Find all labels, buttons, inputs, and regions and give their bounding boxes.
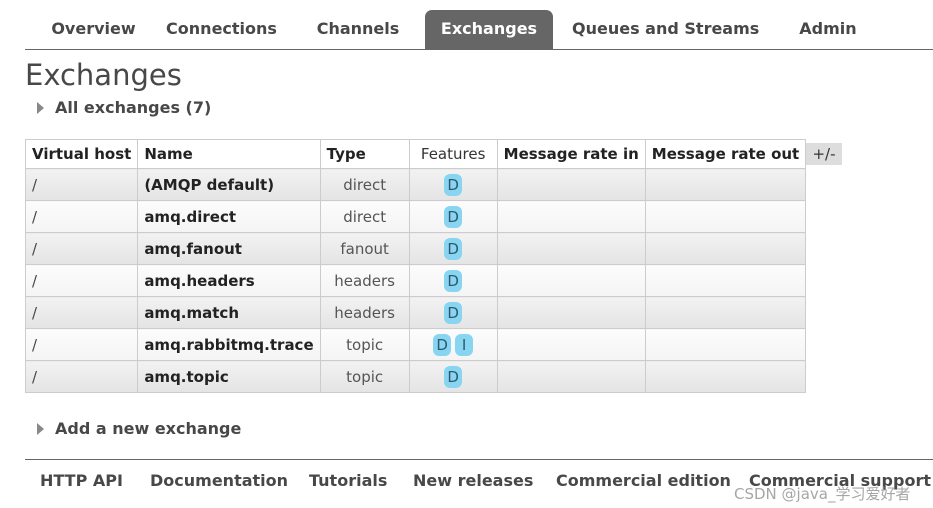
column-header-message-rate-out[interactable]: Message rate out [644,139,807,169]
vhost-cell: / [24,200,139,233]
exchange-name-link[interactable]: amq.match [137,296,321,329]
rate-in-cell [496,360,646,393]
column-header-message-rate-in[interactable]: Message rate in [496,139,646,169]
table-row: / amq.rabbitmq.trace topic DI [24,328,807,361]
tab-connections[interactable]: Connections [160,10,283,48]
vhost-cell: / [24,328,139,361]
rate-in-cell [496,232,646,265]
watermark: CSDN @java_学习爱好者 [734,485,911,503]
type-cell: direct [319,200,410,233]
features-cell: D [408,232,498,265]
type-cell: headers [319,296,410,329]
column-header-type[interactable]: Type [319,139,410,169]
features-cell: D [408,360,498,393]
add-exchange-label: Add a new exchange [55,419,242,438]
footer-link-documentation[interactable]: Documentation [150,471,288,490]
features-cell: DI [408,328,498,361]
feature-badge-durable: D [444,173,463,196]
features-cell: D [408,168,498,201]
exchange-name-link[interactable]: amq.fanout [137,232,321,265]
add-exchange-toggle[interactable]: Add a new exchange [37,419,241,439]
features-cell: D [408,264,498,297]
rate-out-cell [644,328,807,361]
tab-channels[interactable]: Channels [310,10,406,48]
exchange-name-link[interactable]: amq.direct [137,200,321,233]
top-navigation: Overview Connections Channels Exchanges … [25,10,933,50]
vhost-cell: / [24,264,139,297]
rate-out-cell [644,360,807,393]
feature-badge-durable: D [444,237,463,260]
exchange-name-link[interactable]: amq.topic [137,360,321,393]
footer-link-tutorials[interactable]: Tutorials [309,471,387,490]
tab-exchanges[interactable]: Exchanges [425,10,553,49]
table-header-row: Virtual host Name Type Features Message … [24,139,807,169]
rate-in-cell [496,200,646,233]
rate-out-cell [644,232,807,265]
rate-in-cell [496,296,646,329]
all-exchanges-label: All exchanges (7) [55,98,212,117]
feature-badge-durable: D [444,301,463,324]
table-row: / amq.match headers D [24,296,807,329]
tab-queues-and-streams[interactable]: Queues and Streams [572,10,759,48]
vhost-cell: / [24,232,139,265]
rate-out-cell [644,168,807,201]
page-title: Exchanges [25,58,182,92]
feature-badge-durable: D [444,365,463,388]
expand-triangle-icon [37,423,44,435]
exchanges-table: Virtual host Name Type Features Message … [24,139,807,393]
table-row: / amq.direct direct D [24,200,807,233]
rate-out-cell [644,264,807,297]
table-row: / amq.topic topic D [24,360,807,393]
feature-badge-durable: D [444,269,463,292]
toggle-columns-button[interactable]: +/- [806,143,842,165]
tab-admin[interactable]: Admin [791,10,865,48]
column-header-virtual-host[interactable]: Virtual host [24,139,139,169]
vhost-cell: / [24,168,139,201]
table-row: / amq.fanout fanout D [24,232,807,265]
all-exchanges-toggle[interactable]: All exchanges (7) [37,98,211,118]
footer-link-new-releases[interactable]: New releases [413,471,533,490]
type-cell: headers [319,264,410,297]
rate-in-cell [496,328,646,361]
vhost-cell: / [24,296,139,329]
features-cell: D [408,200,498,233]
type-cell: fanout [319,232,410,265]
exchange-name-link[interactable]: (AMQP default) [137,168,321,201]
exchange-name-link[interactable]: amq.rabbitmq.trace [137,328,321,361]
features-cell: D [408,296,498,329]
column-header-features: Features [408,139,498,169]
table-row: / amq.headers headers D [24,264,807,297]
type-cell: direct [319,168,410,201]
type-cell: topic [319,328,410,361]
footer-link-commercial-edition[interactable]: Commercial edition [556,471,731,490]
expand-triangle-icon [37,102,44,114]
rate-out-cell [644,200,807,233]
feature-badge-internal: I [455,333,474,356]
type-cell: topic [319,360,410,393]
rate-in-cell [496,168,646,201]
rate-in-cell [496,264,646,297]
rate-out-cell [644,296,807,329]
table-row: / (AMQP default) direct D [24,168,807,201]
exchange-name-link[interactable]: amq.headers [137,264,321,297]
feature-badge-durable: D [433,333,452,356]
feature-badge-durable: D [444,205,463,228]
vhost-cell: / [24,360,139,393]
column-header-name[interactable]: Name [137,139,321,169]
tab-overview[interactable]: Overview [35,10,152,48]
footer-link-http-api[interactable]: HTTP API [40,471,123,490]
